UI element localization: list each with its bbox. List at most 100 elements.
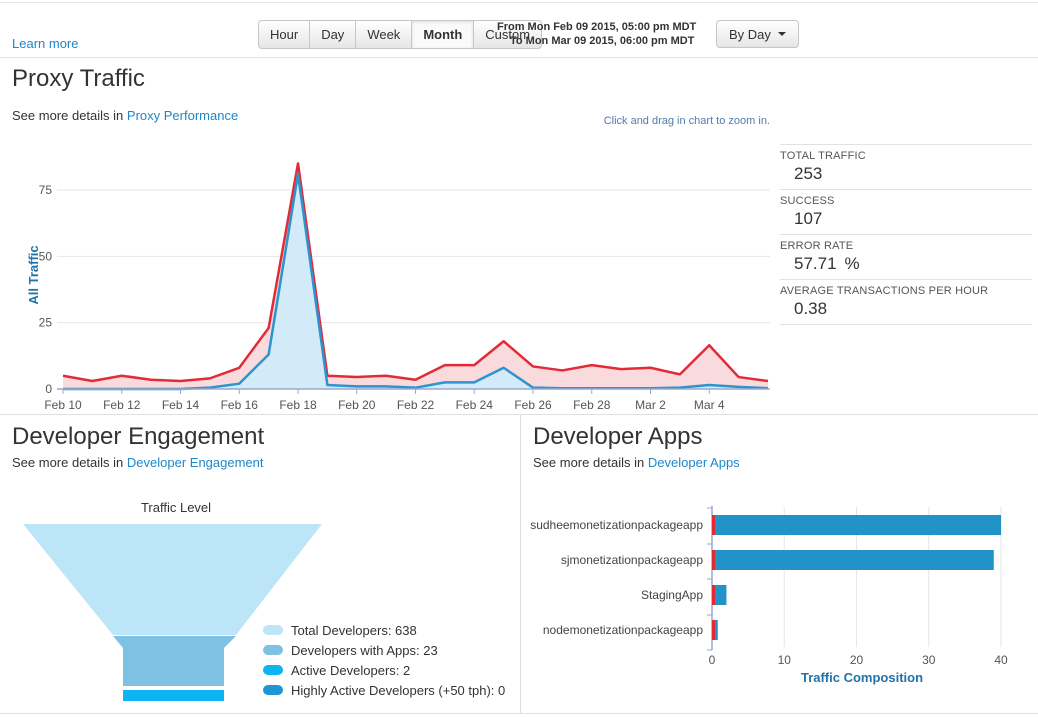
proxy-traffic-title: Proxy Traffic <box>12 65 145 92</box>
bar-success-nodemonetizationpackageapp <box>715 620 718 640</box>
chart-zoom-hint: Click and drag in chart to zoom in. <box>603 115 770 127</box>
developer-apps-title: Developer Apps <box>533 423 703 450</box>
x-tick-label: 10 <box>778 653 792 667</box>
x-tick-label: Feb 12 <box>103 398 141 412</box>
stat-label: AVERAGE TRANSACTIONS PER HOUR <box>780 285 989 297</box>
series-area-all-traffic <box>63 163 768 389</box>
bar-success-StagingApp <box>715 585 727 605</box>
x-tick-label: Feb 20 <box>338 398 376 412</box>
x-tick-label: 0 <box>709 653 716 667</box>
y-tick-label: 0 <box>45 382 52 396</box>
see-more-prefix: See more details in <box>533 455 648 470</box>
range-button-month[interactable]: Month <box>411 20 475 49</box>
see-more-prefix: See more details in <box>12 455 127 470</box>
legend-row: Active Developers: 2 <box>263 660 505 680</box>
x-tick-label: 40 <box>994 653 1008 667</box>
group-by-label: By Day <box>729 26 771 42</box>
bar-errors-StagingApp <box>712 585 716 605</box>
bar-errors-nodemonetizationpackageapp <box>712 620 716 640</box>
range-button-day[interactable]: Day <box>309 20 357 49</box>
y-tick-label: 25 <box>39 316 53 330</box>
y-axis-title: All Traffic <box>26 245 41 304</box>
stat-label: SUCCESS <box>780 195 835 207</box>
legend-row: Developers with Apps: 23 <box>263 640 505 660</box>
bar-success-sjmonetizationpackageapp <box>715 550 994 570</box>
developer-apps-link[interactable]: Developer Apps <box>648 455 740 470</box>
stat-value: 253 <box>794 164 823 183</box>
funnel-title: Traffic Level <box>141 500 211 515</box>
see-more-prefix: See more details in <box>12 108 127 123</box>
funnel-segment-developers-with-apps <box>113 636 236 686</box>
funnel-segment-active-developers <box>123 690 224 701</box>
stat-row: AVERAGE TRANSACTIONS PER HOUR 0.38 <box>780 280 1032 325</box>
x-tick-label: Feb 24 <box>456 398 494 412</box>
category-label: nodemonetizationpackageapp <box>543 623 703 637</box>
legend-row: Highly Active Developers (+50 tph): 0 <box>263 680 505 700</box>
bottom-row: Developer Engagement See more details in… <box>0 415 1038 714</box>
legend-label: Developers with Apps: 23 <box>291 642 438 658</box>
legend-swatch-icon <box>263 665 283 675</box>
developer-engagement-section: Developer Engagement See more details in… <box>0 415 521 713</box>
bar-errors-sjmonetizationpackageapp <box>712 550 716 570</box>
learn-more-link[interactable]: Learn more <box>12 36 78 51</box>
x-tick-label: Feb 22 <box>397 398 435 412</box>
proxy-traffic-section: Proxy Traffic See more details in Proxy … <box>0 58 1038 414</box>
category-label: sjmonetizationpackageapp <box>561 553 703 567</box>
apps-see-more: See more details in Developer Apps <box>533 455 740 470</box>
range-button-hour[interactable]: Hour <box>258 20 311 49</box>
bar-errors-sudheemonetizationpackageapp <box>712 515 716 535</box>
x-tick-label: Feb 28 <box>573 398 611 412</box>
stat-value: 0.38 <box>794 299 828 318</box>
funnel-segment-total-developers <box>23 524 322 635</box>
y-tick-label: 75 <box>39 183 53 197</box>
funnel-legend: Total Developers: 638 Developers with App… <box>263 620 505 700</box>
proxy-performance-link[interactable]: Proxy Performance <box>127 108 238 123</box>
series-line-success <box>63 172 769 391</box>
legend-label: Active Developers: 2 <box>291 662 411 678</box>
category-label: sudheemonetizationpackageapp <box>530 518 703 532</box>
developer-engagement-title: Developer Engagement <box>12 423 265 450</box>
x-tick-label: Mar 2 <box>635 398 666 412</box>
date-range-to: To Mon Mar 09 2015, 06:00 pm MDT <box>510 35 695 47</box>
x-tick-label: Feb 14 <box>162 398 200 412</box>
stat-row: ERROR RATE 57.71% <box>780 235 1032 280</box>
proxy-see-more: See more details in Proxy Performance <box>12 108 238 123</box>
stat-label: ERROR RATE <box>780 240 854 252</box>
category-label: StagingApp <box>641 588 703 602</box>
stat-row: SUCCESS 107 <box>780 190 1032 235</box>
range-button-week[interactable]: Week <box>355 20 413 49</box>
stat-unit: % <box>844 254 860 273</box>
stat-label: TOTAL TRAFFIC <box>780 150 866 162</box>
stat-row: TOTAL TRAFFIC 253 <box>780 144 1032 190</box>
x-tick-label: Feb 26 <box>514 398 552 412</box>
legend-label: Highly Active Developers (+50 tph): 0 <box>291 682 506 698</box>
x-tick-label: 20 <box>850 653 864 667</box>
date-range-text: From Mon Feb 09 2015, 05:00 pm MDT To Mo… <box>497 20 696 48</box>
legend-swatch-icon <box>263 685 283 695</box>
traffic-composition-bar-chart: sudheemonetizationpackageapp sjmonetizati… <box>530 506 1008 685</box>
x-tick-label: Mar 4 <box>694 398 725 412</box>
x-tick-label: 30 <box>922 653 936 667</box>
traffic-stats-panel: TOTAL TRAFFIC 253 SUCCESS 107 ERROR RATE 57.7… <box>780 144 1032 325</box>
series-area-success <box>63 174 768 389</box>
legend-swatch-icon <box>263 645 283 655</box>
series-line-all-traffic <box>62 162 769 383</box>
x-tick-label: Feb 16 <box>221 398 259 412</box>
chevron-down-icon <box>777 32 786 36</box>
x-axis-title: Traffic Composition <box>801 670 923 685</box>
developer-apps-section: Developer Apps See more details in Devel… <box>521 415 1038 713</box>
legend-swatch-icon <box>263 625 283 635</box>
x-tick-label: Feb 18 <box>279 398 317 412</box>
x-tick-label: Feb 10 <box>44 398 82 412</box>
developer-engagement-link[interactable]: Developer Engagement <box>127 455 264 470</box>
legend-row: Total Developers: 638 <box>263 620 505 640</box>
bar-success-sudheemonetizationpackageapp <box>715 515 1001 535</box>
stat-value: 57.71% <box>794 254 860 273</box>
engagement-see-more: See more details in Developer Engagement <box>12 455 264 470</box>
date-range-from: From Mon Feb 09 2015, 05:00 pm MDT <box>497 21 697 33</box>
legend-label: Total Developers: 638 <box>291 622 417 638</box>
proxy-traffic-line-chart[interactable]: 0255075Feb 10 Feb 12 Feb 14 Feb 16 Feb 18 Feb… <box>0 147 778 417</box>
group-by-dropdown-button[interactable]: By Day <box>716 20 799 48</box>
topbar: Learn more Hour Day Week Month Custom From M… <box>0 2 1038 58</box>
stat-value: 107 <box>794 209 823 228</box>
